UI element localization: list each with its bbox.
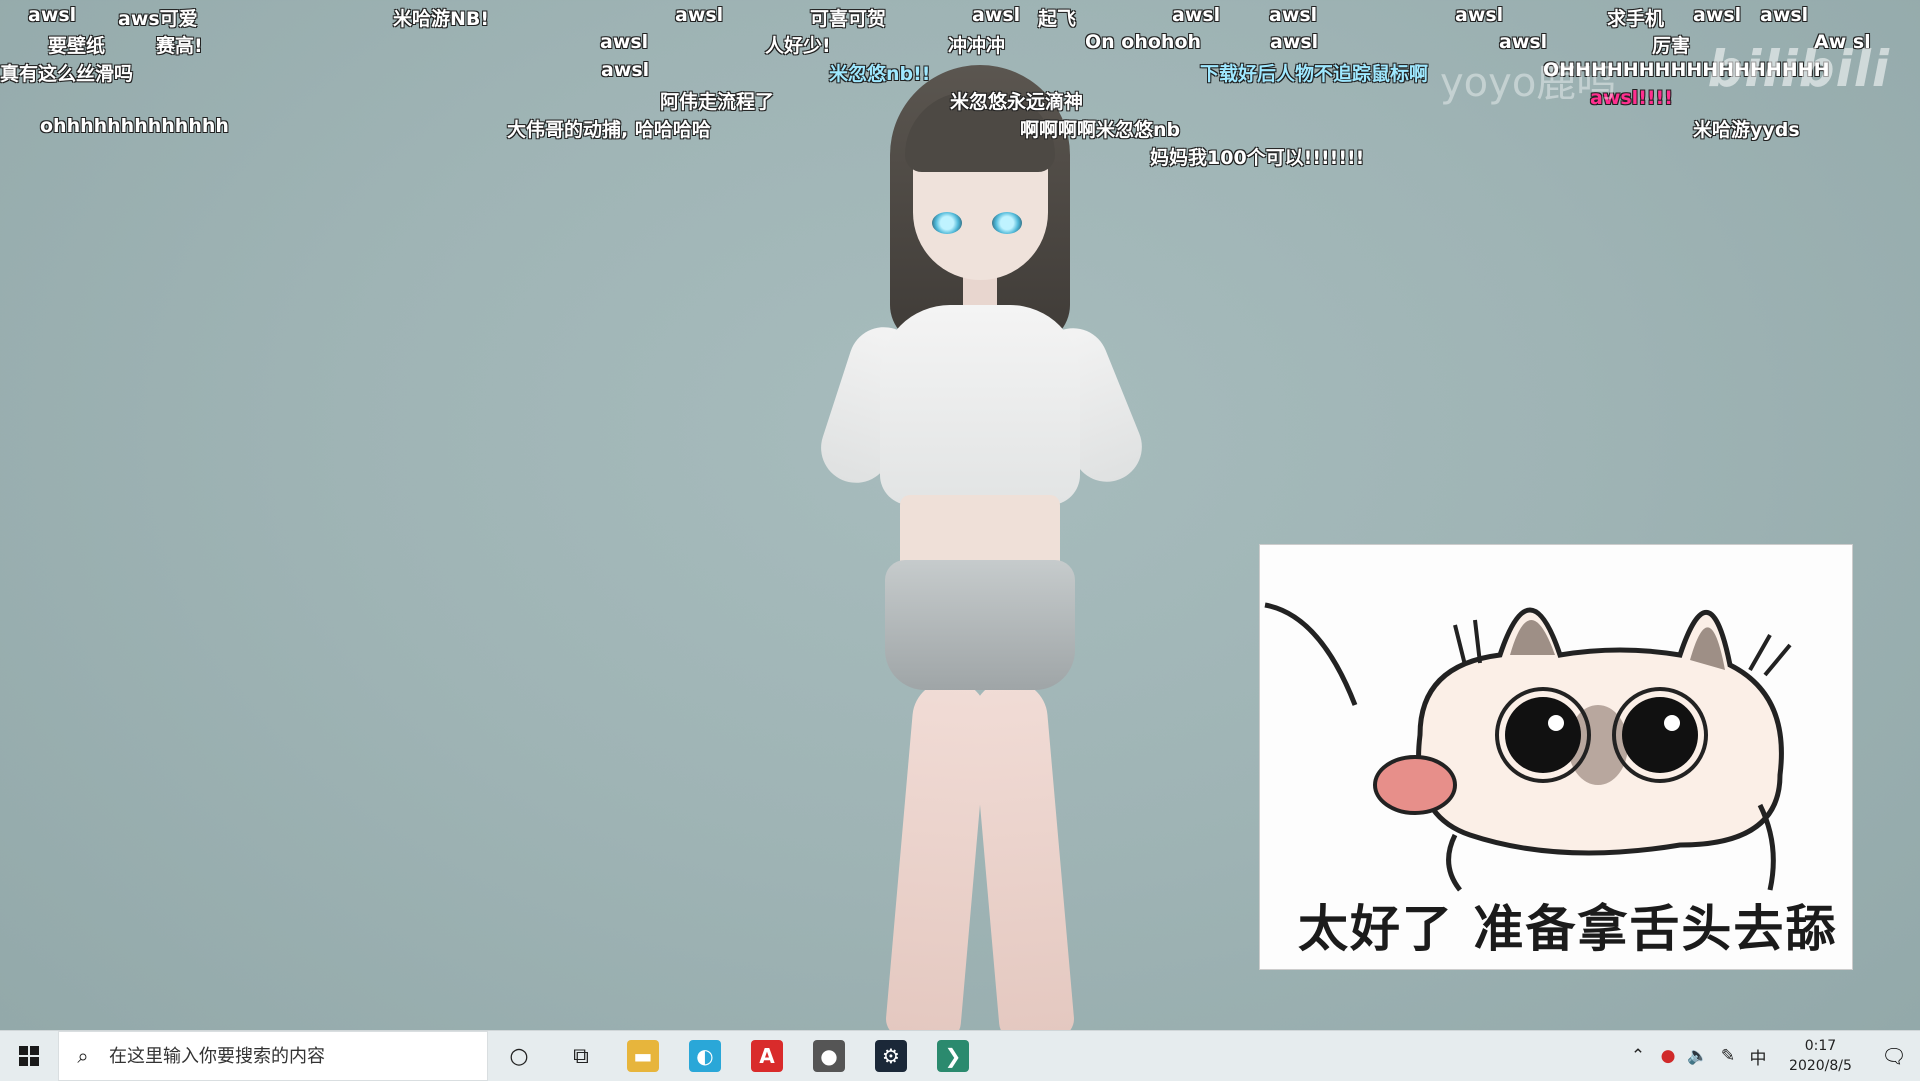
show-hidden-icons-chevron-icon[interactable]: ⌃ [1623, 1046, 1653, 1066]
app-arrow-icon: ❯ [937, 1040, 969, 1072]
danmaku-comment: awsl [675, 4, 724, 26]
danmaku-comment: awsl [1270, 31, 1319, 53]
danmaku-comment: awsl [1269, 4, 1318, 26]
desktop-wallpaper: awsl aws可爱 米哈游NB! awsl 可喜可贺 awsl 起飞 awsl awsl aws… [0, 0, 1920, 1030]
danmaku-comment: 厉害 [1652, 35, 1691, 57]
avatar-app-icon: ● [813, 1040, 845, 1072]
danmaku-comment: 要壁纸 [48, 35, 106, 57]
dancing-character [770, 40, 1190, 1030]
danmaku-comment: 米忽悠永远滴神 [950, 91, 1084, 113]
bilibili-watermark: bilibili [1707, 40, 1890, 98]
start-button[interactable] [0, 1031, 58, 1081]
task-view-icon: ⧉ [573, 1043, 589, 1069]
danmaku-comment: 真有这么丝滑吗 [0, 63, 134, 85]
danmaku-comment: awsl [1760, 4, 1809, 26]
danmaku-comment: 起飞 [1038, 8, 1077, 30]
taskbar-search-box[interactable]: ⌕ [58, 1031, 488, 1081]
danmaku-comment: aws可爱 [118, 8, 198, 30]
cortana-circle-icon: ○ [509, 1043, 529, 1069]
notification-icon: 🗨 [1881, 1044, 1907, 1068]
danmaku-comment: 人好少! [765, 35, 831, 57]
clock-time: 0:17 [1804, 1038, 1837, 1054]
danmaku-comment: 米哈游NB! [393, 8, 490, 30]
danmaku-comment: awsl [1693, 4, 1742, 26]
file-explorer-icon: ▬ [627, 1040, 659, 1072]
danmaku-comment: 米哈游yyds [1693, 119, 1800, 141]
character-eye-right [992, 212, 1022, 234]
character-eye-left [932, 212, 962, 234]
action-center-button[interactable]: 🗨 [1868, 1031, 1920, 1081]
character-shirt [880, 305, 1080, 505]
character-shorts [885, 560, 1075, 690]
danmaku-comment: On ohohoh [1085, 31, 1202, 53]
taskbar-app-button[interactable]: A [736, 1031, 798, 1081]
danmaku-comment: 可喜可贺 [810, 8, 887, 30]
task-view-button[interactable]: ⧉ [550, 1031, 612, 1081]
taskbar-app-button[interactable]: ▬ [612, 1031, 674, 1081]
search-input[interactable] [107, 1044, 471, 1068]
acrobat-icon: A [751, 1040, 783, 1072]
taskbar-app-button[interactable]: ❯ [922, 1031, 984, 1081]
danmaku-comment: awsl [1455, 4, 1504, 26]
danmaku-comment: 米忽悠nb!! [829, 63, 931, 85]
watermark-user: yoyo鹿鸣 [1440, 60, 1617, 106]
character-leg-right [969, 677, 1076, 1030]
taskbar-app-button[interactable]: ◐ [674, 1031, 736, 1081]
danmaku-comment: awsl [1172, 4, 1221, 26]
clock-date: 2020/8/5 [1789, 1058, 1852, 1074]
danmaku-comment: 冲冲冲 [948, 35, 1006, 57]
danmaku-comment: awsl [972, 4, 1021, 26]
system-tray: ⌃ ● 🔈 ✎ 中 0:17 2020/8/5 🗨 [1623, 1031, 1920, 1081]
pinned-apps: ▬ ◐ A ● ⚙ ❯ [612, 1031, 984, 1081]
steam-icon: ⚙ [875, 1040, 907, 1072]
taskbar-clock[interactable]: 0:17 2020/8/5 [1773, 1036, 1868, 1076]
danmaku-comment: 啊啊啊啊米忽悠nb [1020, 119, 1181, 141]
danmaku-comment: 阿伟走流程了 [660, 91, 775, 113]
meme-image: 太好了 准备拿舌头去舔 [1259, 544, 1853, 970]
danmaku-comment: 下载好后人物不追踪鼠标啊 [1200, 63, 1429, 85]
meme-caption: 太好了 准备拿舌头去舔 [1298, 900, 1838, 958]
taskbar-app-button[interactable]: ● [798, 1031, 860, 1081]
browser-icon: ◐ [689, 1040, 721, 1072]
security-tray-icon[interactable]: ● [1653, 1046, 1683, 1066]
danmaku-comment: awsl [600, 31, 649, 53]
danmaku-comment: 妈妈我100个可以!!!!!!! [1150, 147, 1365, 169]
taskbar: ⌕ ○ ⧉ ▬ ◐ A ● ⚙ ❯ ⌃ ● 🔈 ✎ 中 0:17 2020/8/5 🗨 [0, 1030, 1920, 1081]
windows-logo-icon [19, 1046, 39, 1066]
volume-icon[interactable]: 🔈 [1683, 1046, 1713, 1066]
danmaku-comment: ohhhhhhhhhhhhh [40, 115, 229, 137]
input-method-indicator[interactable]: 中 [1743, 1044, 1773, 1069]
danmaku-comment: 求手机 [1607, 8, 1665, 30]
cortana-button[interactable]: ○ [488, 1031, 550, 1081]
pen-icon[interactable]: ✎ [1713, 1046, 1743, 1066]
danmaku-comment: awsl [28, 4, 77, 26]
danmaku-comment: awsl [601, 59, 650, 81]
danmaku-comment: 赛高! [156, 35, 203, 57]
danmaku-comment: 大伟哥的动捕, 哈哈哈哈 [507, 119, 711, 141]
taskbar-app-button[interactable]: ⚙ [860, 1031, 922, 1081]
search-icon: ⌕ [77, 1044, 89, 1068]
